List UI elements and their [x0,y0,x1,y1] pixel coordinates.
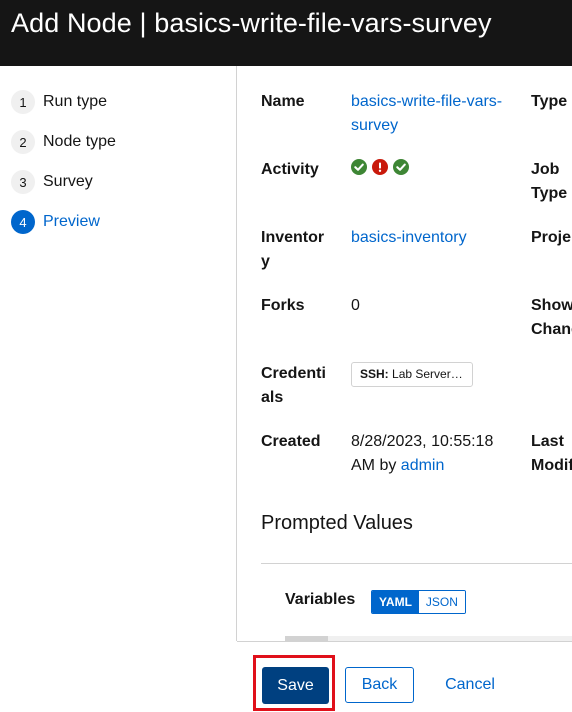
step-label: Node type [43,133,116,150]
name-value-line2: survey [351,117,399,134]
variables-format-toggle: YAML JSON [371,590,466,614]
created-date: 8/28/2023, 10:55:18 [351,433,494,450]
credentials-label-line1: Credenti [261,365,326,382]
json-toggle-button[interactable]: JSON [418,591,465,613]
prompted-values-title: Prompted Values [261,512,413,534]
type-label: Type [531,93,568,110]
project-label: Proje [531,229,572,246]
inventory-label-line1: Inventor [261,229,325,246]
credential-name: Lab Server… [392,367,463,381]
last-modified-label-line2: Modif [531,457,572,474]
credential-chip: SSH: Lab Server… [351,362,473,387]
created-label: Created [261,433,321,450]
last-modified-label-line1: Last [531,433,564,450]
job-type-label: Job Type [531,158,567,206]
save-button[interactable]: Save [262,667,329,704]
name-label: Name [261,93,305,110]
cancel-button[interactable]: Cancel [432,667,508,703]
job-template-link[interactable]: basics-write-file-vars- survey [351,90,502,138]
section-divider [261,563,572,564]
wizard-step-survey[interactable]: 3 Survey [11,170,93,194]
job-type-label-line2: Type [531,185,568,202]
yaml-toggle-button[interactable]: YAML [372,591,419,613]
success-icon[interactable] [393,159,409,175]
credential-type: SSH: [360,367,389,381]
modal-title: Add Node | basics-write-file-vars-survey [11,8,492,38]
error-icon[interactable] [372,159,388,175]
credentials-label: Credenti als [261,362,326,410]
last-modified-label: Last Modif [531,430,572,478]
wizard-nav: 1 Run type 2 Node type 3 Survey 4 Previe… [0,66,236,641]
created-by-prefix: AM by [351,457,397,474]
show-changes-label-line1: Show [531,297,572,314]
inventory-label: Inventor y [261,226,324,274]
back-button[interactable]: Back [345,667,414,703]
step-number: 4 [11,210,35,234]
step-label: Survey [43,173,93,190]
forks-label: Forks [261,297,305,314]
wizard-step-node-type[interactable]: 2 Node type [11,130,116,154]
variables-label: Variables [285,591,356,608]
inventory-label-line2: y [261,253,270,270]
wizard-step-run-type[interactable]: 1 Run type [11,90,107,114]
activity-label: Activity [261,161,319,178]
step-label: Preview [43,213,100,230]
show-changes-label-line2: Chanc [531,321,572,338]
forks-value: 0 [351,297,360,314]
credentials-label-line2: als [261,389,284,406]
job-type-label-line1: Job [531,161,560,178]
inventory-link[interactable]: basics-inventory [351,226,467,250]
created-value: 8/28/2023, 10:55:18 AM by admin [351,430,493,478]
show-changes-label: Show Chanc [531,294,572,342]
created-by-user-link[interactable]: admin [401,457,445,474]
preview-details: Name basics-write-file-vars- survey Type… [237,66,572,641]
step-number: 1 [11,90,35,114]
step-label: Run type [43,93,108,110]
name-value-line1: basics-write-file-vars- [351,93,503,110]
step-number: 3 [11,170,35,194]
success-icon[interactable] [351,159,367,175]
wizard-step-preview[interactable]: 4 Preview [11,210,100,234]
modal-header: Add Node | basics-write-file-vars-survey [0,0,572,66]
activity-sparkline [351,159,409,175]
step-number: 2 [11,130,35,154]
